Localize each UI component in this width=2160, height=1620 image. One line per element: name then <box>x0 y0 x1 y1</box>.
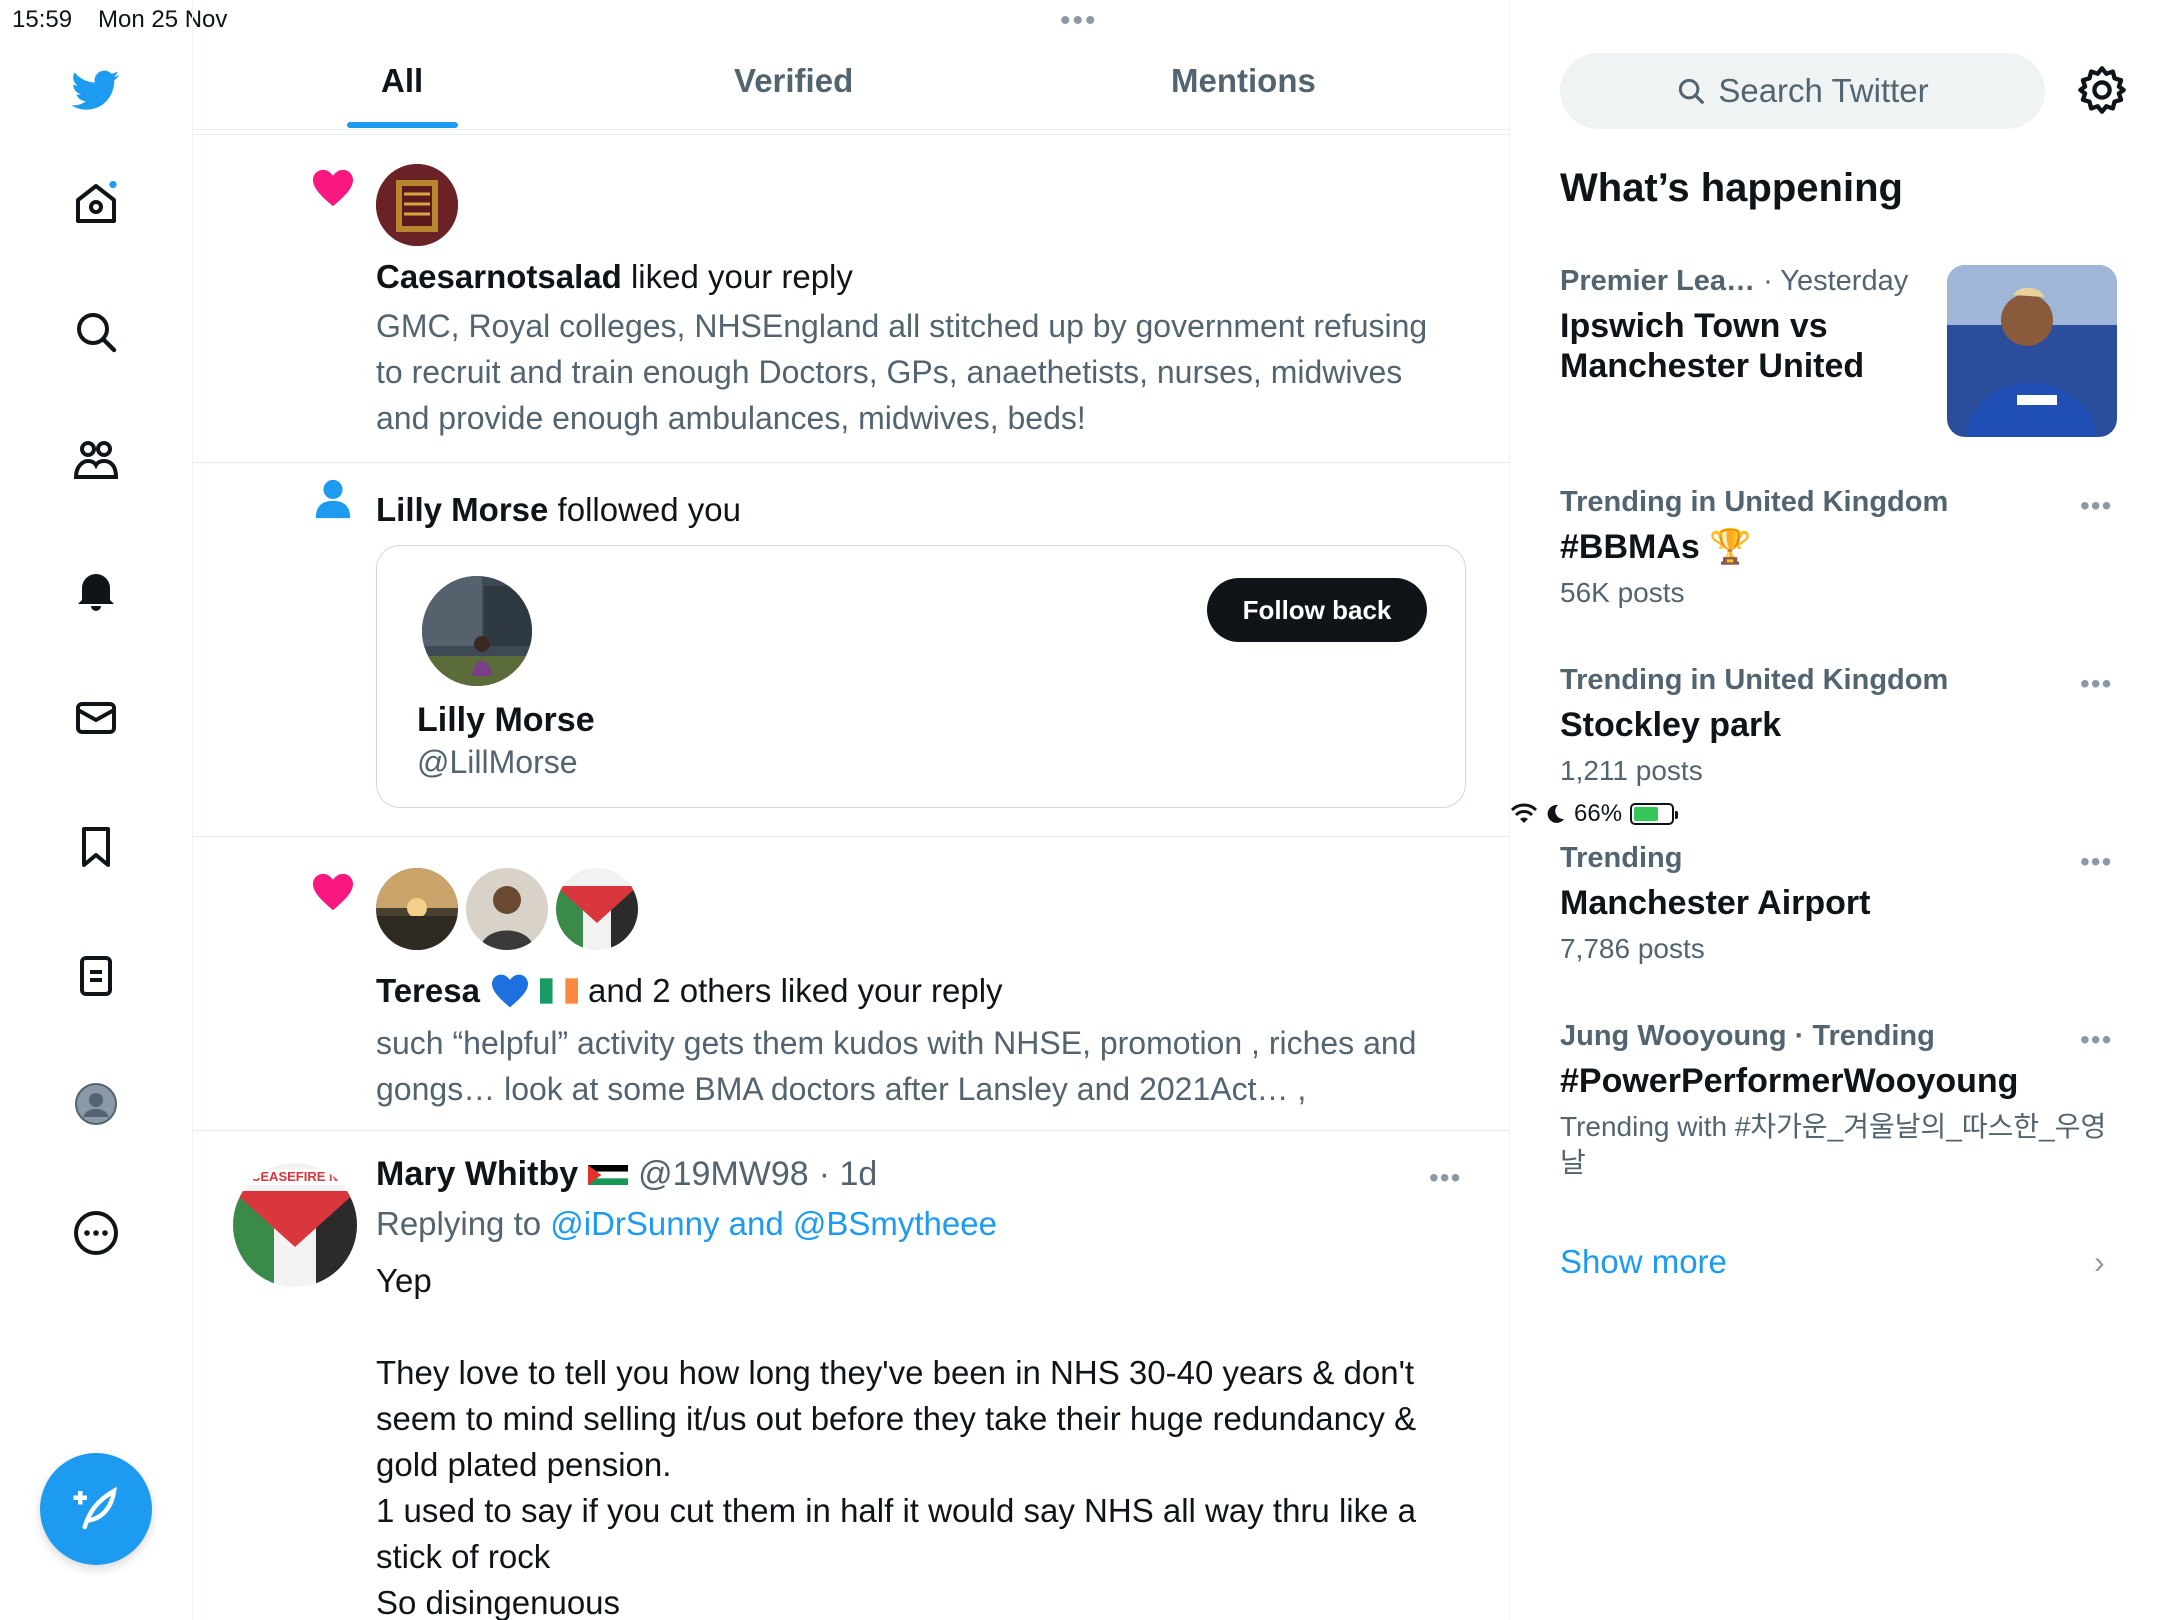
author-handle[interactable]: @19MW98 <box>638 1155 809 1194</box>
trend-title: Ipswich Town vs Manchester United <box>1560 307 1865 385</box>
trend-item[interactable]: Trending Manchester Airport 7,786 posts <box>1560 842 2120 967</box>
user-card[interactable]: Lilly Morse @LillMorse Follow back <box>376 545 1466 808</box>
tweet-time[interactable]: · 1d <box>819 1155 878 1194</box>
gear-icon[interactable] <box>2076 64 2128 116</box>
trend-more-icon[interactable]: ••• <box>2080 668 2112 700</box>
trend-count: Trending with #차가운_겨울날의_따스한_우영날 <box>1560 1111 2107 1178</box>
follow-back-button[interactable]: Follow back <box>1207 578 1427 642</box>
card-name[interactable]: Lilly Morse <box>417 701 595 740</box>
avatar-text: CEASEFIRE NOW <box>251 1169 357 1184</box>
blue-heart-icon <box>491 974 528 1008</box>
trend-title: #BBMAs 🏆 <box>1560 528 1752 566</box>
trend-count: 1,211 posts <box>1560 755 1703 786</box>
avatar[interactable] <box>466 868 548 950</box>
user-name[interactable]: Lilly Morse <box>376 491 548 528</box>
chevron-right-icon: › <box>2094 1244 2105 1280</box>
action-text: liked your reply <box>621 258 853 295</box>
trend-category: Trending in United Kingdom <box>1560 664 1949 696</box>
avatar[interactable] <box>556 868 638 950</box>
author-name[interactable]: Mary Whitby <box>376 1155 578 1194</box>
trend-time: · Yesterday <box>1755 265 1909 297</box>
messages-icon[interactable] <box>68 690 124 746</box>
avatar[interactable] <box>422 576 532 686</box>
trend-count: 7,786 posts <box>1560 933 1705 964</box>
ireland-flag-icon <box>539 978 578 1004</box>
more-icon[interactable] <box>68 1205 124 1261</box>
search-icon[interactable] <box>68 304 124 360</box>
trend-count: 56K posts <box>1560 577 1685 608</box>
palestine-flag-icon <box>588 1164 629 1185</box>
divider <box>193 134 1510 135</box>
home-icon[interactable] <box>68 175 124 231</box>
notification-text: Teresa and 2 others liked your reply <box>376 972 1003 1010</box>
notification-text: Lilly Morse followed you <box>376 491 741 529</box>
trend-more-icon[interactable]: ••• <box>2080 846 2112 878</box>
show-more-link[interactable]: Show more <box>1560 1243 1727 1281</box>
trend-category: Trending in United Kingdom <box>1560 486 1949 518</box>
replying-to: Replying to @iDrSunny and @BSmytheee <box>376 1205 997 1243</box>
trend-category: Jung Wooyoung · Trending <box>1560 1020 1935 1052</box>
heart-icon <box>313 873 353 911</box>
user-name[interactable]: Teresa <box>376 972 480 1010</box>
trend-title: #PowerPerformerWooyoung <box>1560 1062 2019 1100</box>
divider <box>193 836 1510 837</box>
trend-item[interactable]: Trending in United Kingdom Stockley park… <box>1560 664 2120 789</box>
tweet-more-icon[interactable]: ••• <box>1429 1162 1461 1194</box>
trend-item[interactable]: Premier Lea… · Yesterday Ipswich Town vs… <box>1560 265 1940 386</box>
notification-text: Caesarnotsalad liked your reply <box>376 258 853 296</box>
compose-icon <box>73 1486 117 1530</box>
tweet-header: Mary Whitby @19MW98 · 1d <box>376 1155 877 1194</box>
profile-icon[interactable] <box>68 1076 124 1132</box>
notifications-icon[interactable] <box>68 562 124 618</box>
trend-more-icon[interactable]: ••• <box>2080 1024 2112 1056</box>
trend-category: Trending <box>1560 842 1683 874</box>
trend-title: Stockley park <box>1560 706 1782 744</box>
action-text: and 2 others liked your reply <box>587 972 1003 1009</box>
avatar[interactable] <box>376 164 458 246</box>
notification-tabs: All Verified Mentions <box>193 40 1510 130</box>
left-nav <box>0 0 193 1620</box>
replying-prefix: Replying to <box>376 1205 551 1242</box>
trend-image[interactable] <box>1947 265 2117 437</box>
liked-reply-text: such “helpful” activity gets them kudos … <box>376 1025 1417 1107</box>
search-placeholder: Search Twitter <box>1718 72 1929 109</box>
person-icon <box>315 479 351 519</box>
replying-mentions[interactable]: @iDrSunny and @BSmytheee <box>550 1205 997 1242</box>
trend-more-icon[interactable]: ••• <box>2080 490 2112 522</box>
active-tab-indicator <box>347 122 458 128</box>
action-text: followed you <box>548 491 742 528</box>
communities-icon[interactable] <box>68 433 124 489</box>
avatar[interactable] <box>376 868 458 950</box>
user-name[interactable]: Caesarnotsalad <box>376 258 622 295</box>
lists-icon[interactable] <box>68 948 124 1004</box>
bookmarks-icon[interactable] <box>68 819 124 875</box>
tab-mentions[interactable]: Mentions <box>1171 62 1316 100</box>
avatar[interactable]: CEASEFIRE NOW <box>233 1163 357 1287</box>
search-icon <box>1679 78 1705 104</box>
tweet-text: Yep They love to tell you how long they'… <box>376 1262 1417 1620</box>
divider <box>193 462 1510 463</box>
trend-title: Manchester Airport <box>1560 884 1871 922</box>
notifications-column: All Verified Mentions Caesarnotsalad lik… <box>193 0 1510 1620</box>
heart-icon <box>313 169 353 207</box>
whats-happening-heading: What’s happening <box>1560 166 1903 210</box>
tab-verified[interactable]: Verified <box>734 62 853 100</box>
divider <box>193 1130 1510 1131</box>
liked-reply-text: GMC, Royal colleges, NHSEngland all stit… <box>376 308 1428 436</box>
card-handle: @LillMorse <box>417 744 578 780</box>
trend-item[interactable]: Trending in United Kingdom #BBMAs 🏆 56K … <box>1560 486 2120 611</box>
search-input[interactable]: Search Twitter <box>1560 53 2045 129</box>
tab-all[interactable]: All <box>381 62 423 100</box>
twitter-logo-icon[interactable] <box>68 62 124 118</box>
trend-category: Premier Lea… <box>1560 265 1756 297</box>
trend-item[interactable]: Jung Wooyoung · Trending #PowerPerformer… <box>1560 1020 2120 1181</box>
compose-button[interactable] <box>40 1453 152 1565</box>
right-sidebar: Search Twitter What’s happening Premier … <box>1510 0 2160 1620</box>
